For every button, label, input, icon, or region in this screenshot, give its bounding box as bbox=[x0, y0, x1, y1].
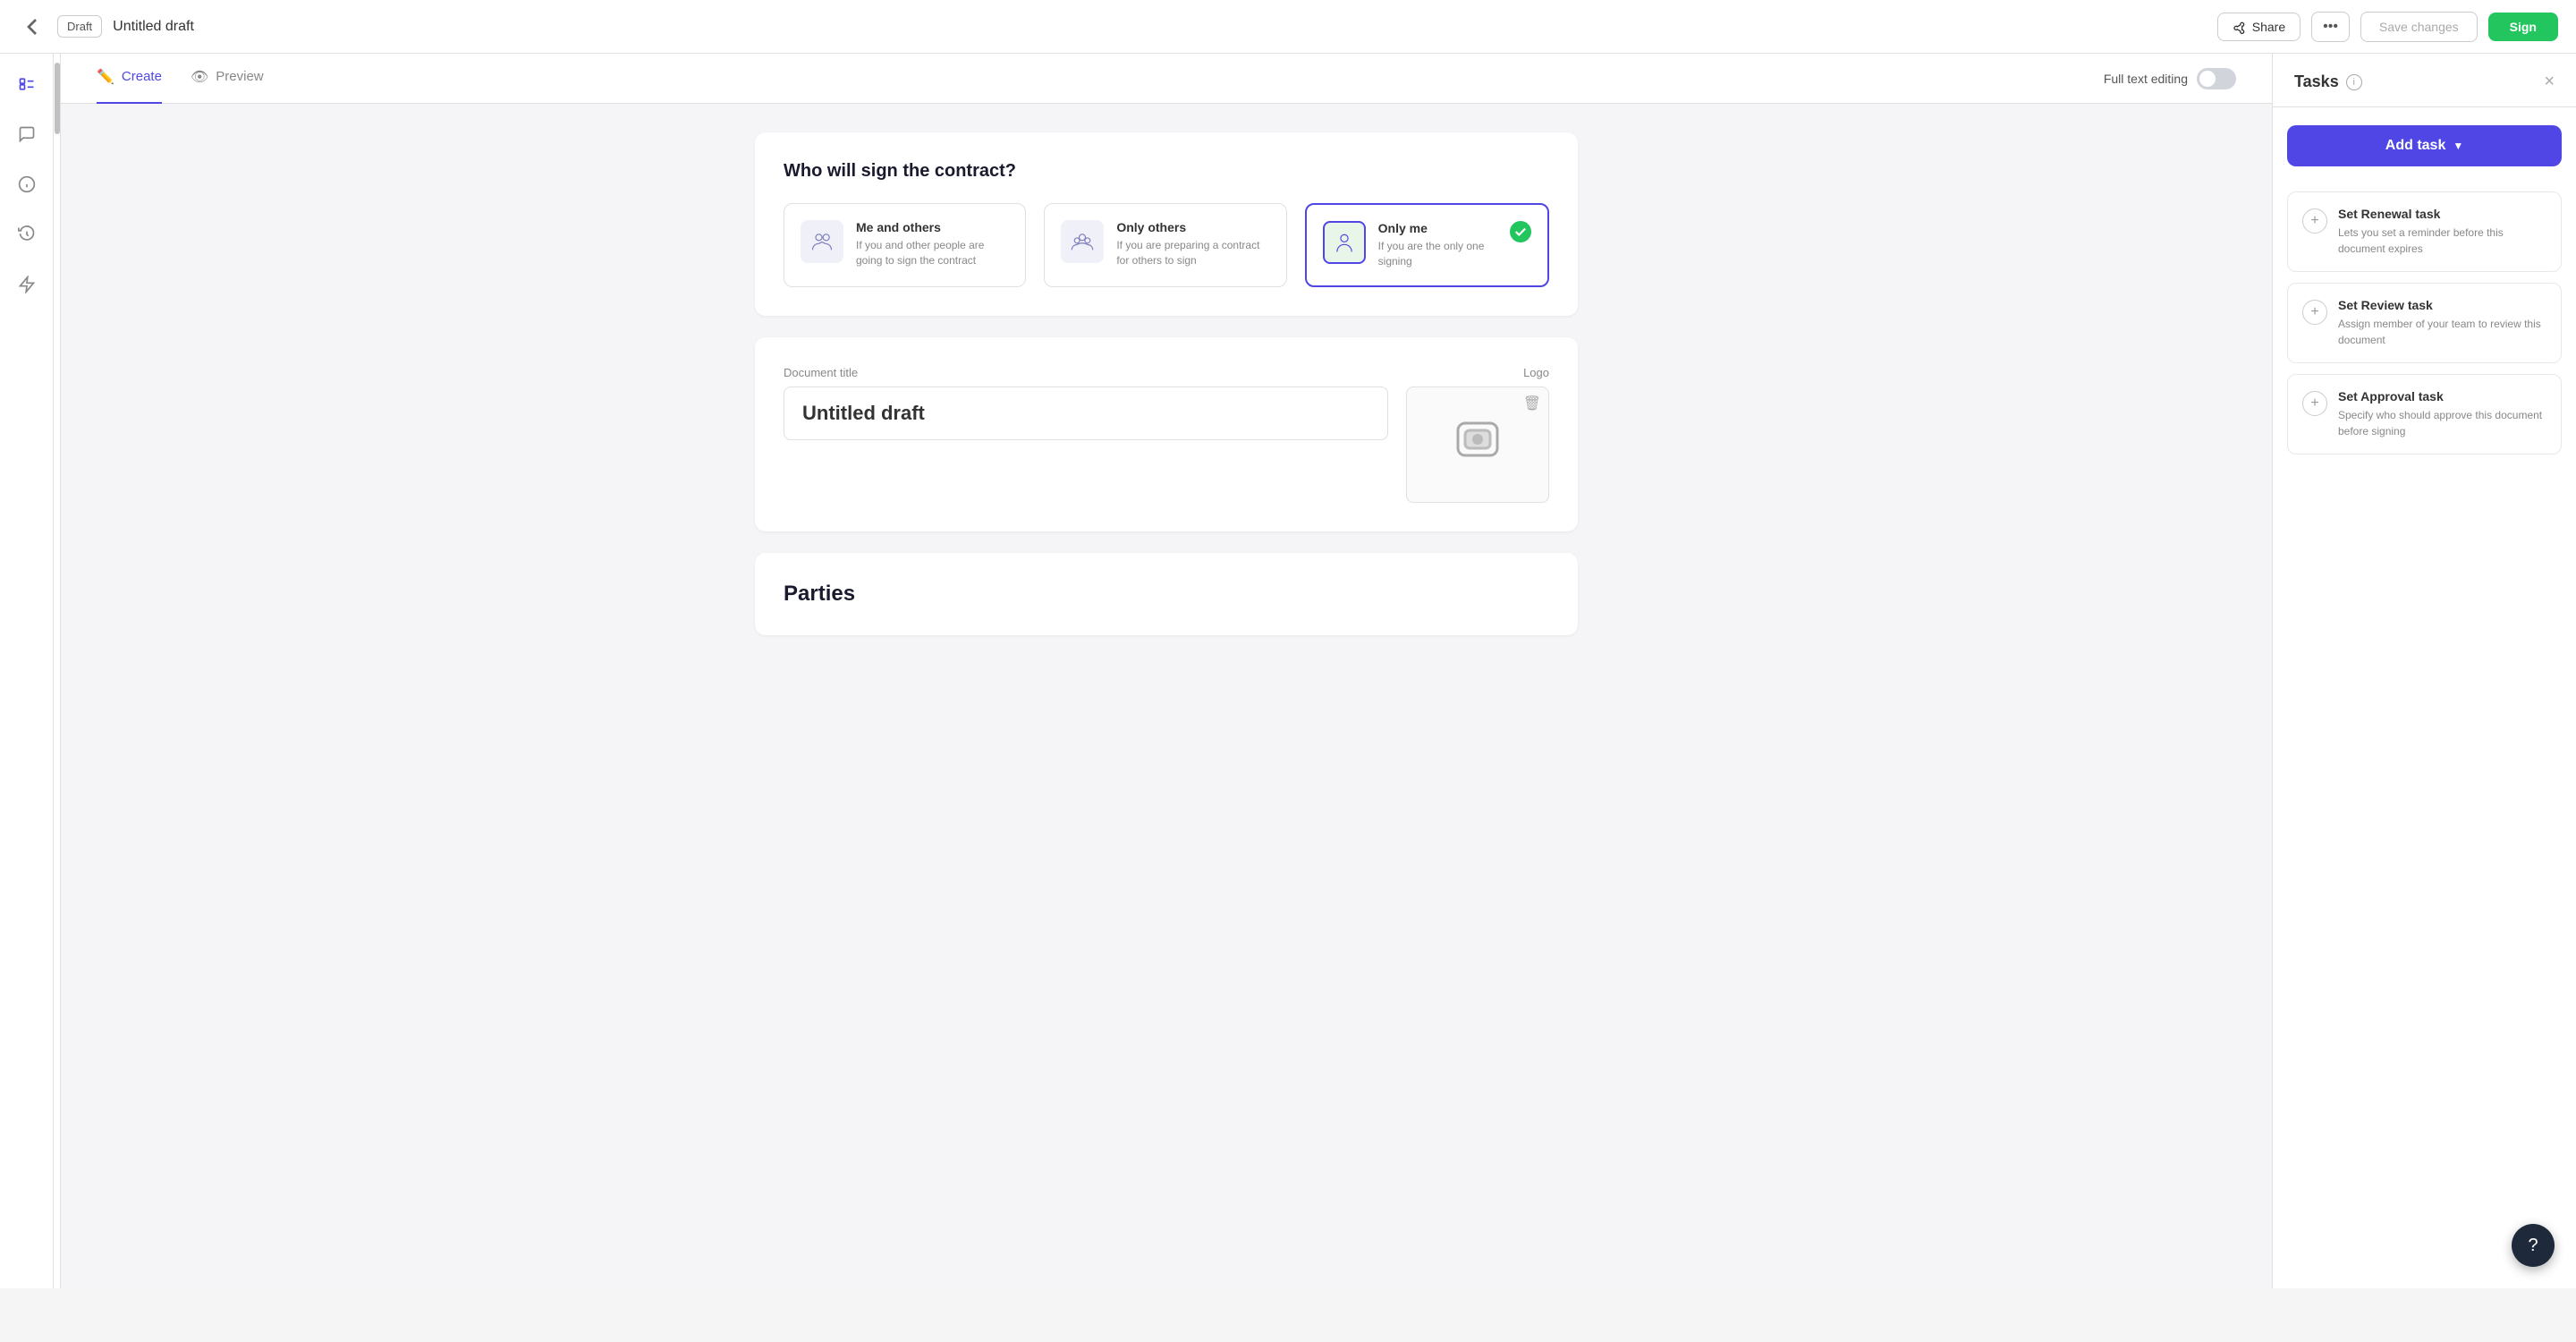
signing-icon-only-me bbox=[1323, 221, 1366, 264]
signing-icon-only-others bbox=[1061, 220, 1104, 263]
logo-section: Logo 🗑 bbox=[1406, 366, 1549, 503]
tab-create-label: Create bbox=[122, 69, 162, 84]
app-header: Draft Untitled draft Share ••• Save chan… bbox=[0, 0, 2576, 54]
doc-form: Document title Logo 🗑 bbox=[784, 366, 1549, 503]
signing-option-only-others[interactable]: Only others If you are preparing a contr… bbox=[1044, 203, 1286, 287]
save-changes-button[interactable]: Save changes bbox=[2360, 12, 2478, 42]
parties-card: Parties bbox=[755, 553, 1578, 635]
main-content: ✏️ Create 👁 Preview Full text editing bbox=[61, 54, 2272, 1288]
task-title-approval: Set Approval task bbox=[2338, 389, 2546, 403]
signing-icon-me-others bbox=[801, 220, 843, 263]
header-left: Draft Untitled draft bbox=[18, 13, 194, 41]
add-task-button[interactable]: Add task ▼ bbox=[2287, 125, 2562, 166]
signing-text-only-others: Only others If you are preparing a contr… bbox=[1116, 220, 1269, 268]
signing-title-only-me: Only me bbox=[1378, 221, 1497, 235]
left-sidebar bbox=[0, 54, 54, 1288]
close-panel-button[interactable]: × bbox=[2544, 72, 2555, 92]
document-form-card: Document title Logo 🗑 bbox=[755, 337, 1578, 531]
signing-option-only-me[interactable]: Only me If you are the only one signing bbox=[1305, 203, 1549, 287]
sign-button[interactable]: Sign bbox=[2488, 13, 2558, 41]
task-add-review[interactable]: + bbox=[2302, 300, 2327, 325]
draft-badge: Draft bbox=[57, 15, 102, 38]
task-desc-approval: Specify who should approve this document… bbox=[2338, 407, 2546, 439]
selected-check bbox=[1510, 221, 1531, 242]
doc-fields: Document title bbox=[784, 366, 1388, 440]
content-wrapper: Who will sign the contract? bbox=[719, 104, 1614, 664]
task-item-renewal[interactable]: + Set Renewal task Lets you set a remind… bbox=[2287, 191, 2562, 272]
check-icon bbox=[1514, 225, 1527, 238]
share-icon bbox=[2233, 20, 2247, 34]
logo-delete-button[interactable]: 🗑 bbox=[1523, 395, 1541, 412]
document-title-header: Untitled draft bbox=[113, 19, 194, 35]
panel-header: Tasks i × bbox=[2273, 54, 2576, 107]
logo-placeholder-icon bbox=[1451, 412, 1504, 477]
signing-title-me-others: Me and others bbox=[856, 220, 1009, 234]
full-text-toggle[interactable] bbox=[2197, 68, 2236, 89]
scroll-indicator bbox=[54, 54, 61, 1288]
task-add-approval[interactable]: + bbox=[2302, 391, 2327, 416]
task-add-renewal[interactable]: + bbox=[2302, 208, 2327, 234]
info-icon[interactable]: i bbox=[2346, 74, 2362, 90]
content-area: ✏️ Create 👁 Preview Full text editing bbox=[54, 54, 2272, 1288]
signing-text-me-others: Me and others If you and other people ar… bbox=[856, 220, 1009, 268]
header-right: Share ••• Save changes Sign bbox=[2217, 12, 2558, 42]
help-button[interactable]: ? bbox=[2512, 1224, 2555, 1267]
task-desc-review: Assign member of your team to review thi… bbox=[2338, 316, 2546, 348]
tab-create[interactable]: ✏️ Create bbox=[97, 54, 162, 104]
task-info-approval: Set Approval task Specify who should app… bbox=[2338, 389, 2546, 439]
signing-desc-me-others: If you and other people are going to sig… bbox=[856, 238, 1009, 268]
task-title-review: Set Review task bbox=[2338, 298, 2546, 312]
sidebar-icon-history[interactable] bbox=[11, 218, 43, 251]
signing-desc-only-others: If you are preparing a contract for othe… bbox=[1116, 238, 1269, 268]
panel-title: Tasks bbox=[2294, 72, 2339, 91]
app-body: ✏️ Create 👁 Preview Full text editing bbox=[0, 54, 2576, 1288]
tasks-panel: Tasks i × Add task ▼ + Set Renewal task … bbox=[2272, 54, 2576, 1288]
signing-option-me-others[interactable]: Me and others If you and other people ar… bbox=[784, 203, 1026, 287]
task-info-renewal: Set Renewal task Lets you set a reminder… bbox=[2338, 207, 2546, 257]
full-text-label: Full text editing bbox=[2104, 72, 2188, 86]
signing-desc-only-me: If you are the only one signing bbox=[1378, 239, 1497, 269]
tab-preview-label: Preview bbox=[216, 69, 263, 84]
sidebar-icon-info[interactable] bbox=[11, 168, 43, 200]
sidebar-icon-lightning[interactable] bbox=[11, 268, 43, 301]
add-task-arrow: ▼ bbox=[2453, 140, 2463, 152]
back-button[interactable] bbox=[18, 13, 47, 41]
help-icon: ? bbox=[2528, 1236, 2538, 1256]
task-item-review[interactable]: + Set Review task Assign member of your … bbox=[2287, 283, 2562, 363]
tab-bar: ✏️ Create 👁 Preview Full text editing bbox=[61, 54, 2272, 104]
logo-box[interactable]: 🗑 bbox=[1406, 386, 1549, 503]
eye-icon: 👁 bbox=[191, 68, 208, 86]
share-label: Share bbox=[2252, 20, 2285, 34]
parties-title: Parties bbox=[784, 582, 1549, 607]
pencil-icon: ✏️ bbox=[97, 68, 114, 86]
more-icon: ••• bbox=[2323, 19, 2338, 34]
task-info-review: Set Review task Assign member of your te… bbox=[2338, 298, 2546, 348]
toggle-knob bbox=[2199, 71, 2216, 87]
signing-options: Me and others If you and other people ar… bbox=[784, 203, 1549, 287]
signing-text-only-me: Only me If you are the only one signing bbox=[1378, 221, 1497, 269]
signing-title-only-others: Only others bbox=[1116, 220, 1269, 234]
tabs: ✏️ Create 👁 Preview bbox=[97, 54, 264, 104]
task-item-approval[interactable]: + Set Approval task Specify who should a… bbox=[2287, 374, 2562, 454]
title-label: Document title bbox=[784, 366, 1388, 379]
task-list: + Set Renewal task Lets you set a remind… bbox=[2273, 184, 2576, 462]
full-text-editing: Full text editing bbox=[2104, 68, 2236, 89]
tab-preview[interactable]: 👁 Preview bbox=[191, 54, 264, 104]
logo-label: Logo bbox=[1406, 366, 1549, 379]
share-button[interactable]: Share bbox=[2217, 13, 2301, 41]
sidebar-icon-tasks[interactable] bbox=[11, 68, 43, 100]
add-task-label: Add task bbox=[2385, 138, 2446, 154]
signing-question: Who will sign the contract? bbox=[784, 161, 1549, 182]
task-title-renewal: Set Renewal task bbox=[2338, 207, 2546, 221]
document-title-input[interactable] bbox=[784, 386, 1388, 440]
panel-title-row: Tasks i bbox=[2294, 72, 2362, 91]
sidebar-icon-comments[interactable] bbox=[11, 118, 43, 150]
signing-options-card: Who will sign the contract? bbox=[755, 132, 1578, 316]
more-button[interactable]: ••• bbox=[2311, 12, 2350, 42]
task-desc-renewal: Lets you set a reminder before this docu… bbox=[2338, 225, 2546, 257]
